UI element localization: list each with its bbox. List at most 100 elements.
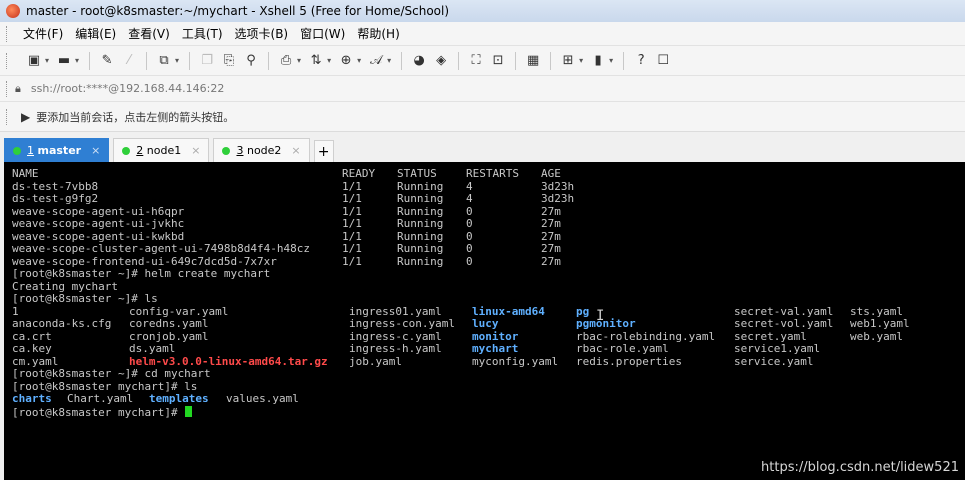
tab-node2[interactable]: 3 node2 × [213,138,310,162]
open-folder-icon[interactable]: ▬ [56,53,72,69]
header-restarts: RESTARTS [466,167,519,180]
color-icon[interactable]: ◕ [411,53,427,69]
close-icon[interactable]: × [191,144,200,157]
hint-bar: ▶ 要添加当前会话，点击左侧的箭头按钮。 [0,102,965,132]
window-title: master - root@k8smaster:~/mychart - Xshe… [26,4,450,18]
new-tab-button[interactable]: + [313,140,334,162]
command-text: [root@k8smaster ~]# helm create mychart [12,267,271,280]
directory-entry: pgmonitor [576,317,636,330]
address-input[interactable]: ssh://root:****@192.168.44.146:22 [31,82,225,95]
menu-file[interactable]: 文件(F) [23,25,63,42]
terminal-line: [root@k8smaster ~]# ls [4,292,965,306]
font-icon[interactable]: 𝒜 [368,53,384,69]
header-name: NAME [12,167,39,180]
file-entry: anaconda-ks.cfg [12,317,112,330]
prompt: [root@k8smaster mychart]# [12,405,193,420]
file-entry: web1.yaml [850,317,910,330]
toolbar-grip [6,52,9,69]
pod-cell: 27m [541,217,561,230]
tab-master[interactable]: 1 master × [4,138,110,162]
address-grip [6,80,9,97]
pod-cell: 1/1 [342,242,362,255]
directory-entry: lucy [472,317,499,330]
find-icon[interactable]: ⚲ [243,53,259,69]
chat-icon[interactable]: ☐ [655,53,671,69]
menu-edit[interactable]: 编辑(E) [75,25,116,42]
file-entry: web.yaml [850,329,903,343]
file-entry: job.yaml [349,354,402,368]
command-text: [root@k8smaster ~]# ls [12,292,158,305]
lock-icon: 🔒︎ [15,81,21,95]
address-bar: 🔒︎ ssh://root:****@192.168.44.146:22 [0,76,965,102]
pod-cell: 0 [466,242,473,255]
disconnect-icon[interactable]: ⁄ [121,53,137,69]
pod-cell: 1/1 [342,217,362,230]
tab-label: node2 [246,144,282,157]
prompt-line: [root@k8smaster mychart]# [4,405,965,420]
globe-icon[interactable]: ⊕ [338,53,354,69]
add-icon[interactable]: ⊞ [560,53,576,69]
tab-num: 2 [136,144,144,157]
pod-cell: 0 [466,217,473,230]
header-status: STATUS [397,167,437,180]
pod-cell: 4 [466,192,473,205]
pod-row: ds-test-7vbb8 1/1 Running 4 3d23h [4,180,965,194]
file-entry: Chart.yaml [67,392,134,405]
connect-icon[interactable]: ✎ [99,53,115,69]
tab-node1[interactable]: 2 node1 × [113,138,210,162]
cursor [185,405,193,417]
pod-cell: Running [397,217,444,230]
pod-cell: Running [397,254,444,268]
pod-cell: 1/1 [342,192,362,205]
command-text: [root@k8smaster ~]# cd mychart [12,367,211,380]
arrow-icon[interactable]: ▶ [21,110,30,124]
pod-cell: weave-scope-cluster-agent-ui-7498b8d4f4-… [12,242,311,255]
new-window-icon[interactable]: ⧉ [156,53,172,69]
terminal-line: [root@k8smaster ~]# helm create mychart [4,267,965,281]
menu-grip [6,25,9,42]
menu-window[interactable]: 窗口(W) [300,25,345,42]
file-entry: service.yaml [734,354,814,368]
script-icon[interactable]: ◈ [433,53,449,69]
pod-cell: 0 [466,254,473,268]
fullscreen-icon[interactable]: ⛶ [468,53,484,69]
file-entry: myconfig.yaml [472,354,559,368]
pod-cell: weave-scope-agent-ui-jvkhc [12,217,185,230]
file-entry: service1.yaml [734,342,821,355]
directory-entry: mychart [472,342,519,355]
title-bar: master - root@k8smaster:~/mychart - Xshe… [0,0,965,22]
new-session-icon[interactable]: ▣ [26,53,42,69]
pod-cell: 1/1 [342,254,362,268]
ls-row: ca.key ds.yaml ingress-h.yaml mychart rbac-r… [4,342,965,356]
pod-cell: 27m [541,242,561,255]
menu-view[interactable]: 查看(V) [128,25,170,42]
lock-icon[interactable]: ⊡ [490,53,506,69]
layout-icon[interactable]: ▮ [590,53,606,69]
print-icon[interactable]: ⎙ [278,53,294,69]
file-entry: values.yaml [226,392,299,405]
help-icon[interactable]: ? [633,53,649,69]
menu-tools[interactable]: 工具(T) [182,25,223,42]
tab-num: 3 [236,144,244,157]
menu-tabs[interactable]: 选项卡(B) [235,25,289,42]
prompt-text: [root@k8smaster mychart]# [12,405,185,419]
tab-bar: 1 master × 2 node1 × 3 node2 × + [0,136,965,162]
hint-text: 要添加当前会话，点击左侧的箭头按钮。 [36,110,235,124]
directory-entry: templates [149,392,209,405]
terminal-line: [root@k8smaster ~]# cd mychart [4,367,965,381]
menu-bar: 文件(F) 编辑(E) 查看(V) 工具(T) 选项卡(B) 窗口(W) 帮助(… [0,22,965,46]
transfer-icon[interactable]: ⇅ [308,53,324,69]
close-icon[interactable]: × [91,144,100,157]
close-icon[interactable]: × [291,144,300,157]
paste-icon[interactable]: ⎘ [221,53,237,69]
pod-cell: ds-test-g9fg2 [12,192,99,205]
keyboard-icon[interactable]: ▦ [525,53,541,69]
terminal-screen[interactable]: NAME READY STATUS RESTARTS AGE ds-test-7… [4,162,965,480]
menu-help[interactable]: 帮助(H) [357,25,399,42]
copy-icon[interactable]: ❐ [199,53,215,69]
file-entry: ingress-h.yaml [349,342,442,355]
file-entry: ds.yaml [129,342,176,355]
pod-row: weave-scope-cluster-agent-ui-7498b8d4f4-… [4,242,965,256]
status-dot-icon [222,146,231,155]
pod-cell: Running [397,192,444,205]
